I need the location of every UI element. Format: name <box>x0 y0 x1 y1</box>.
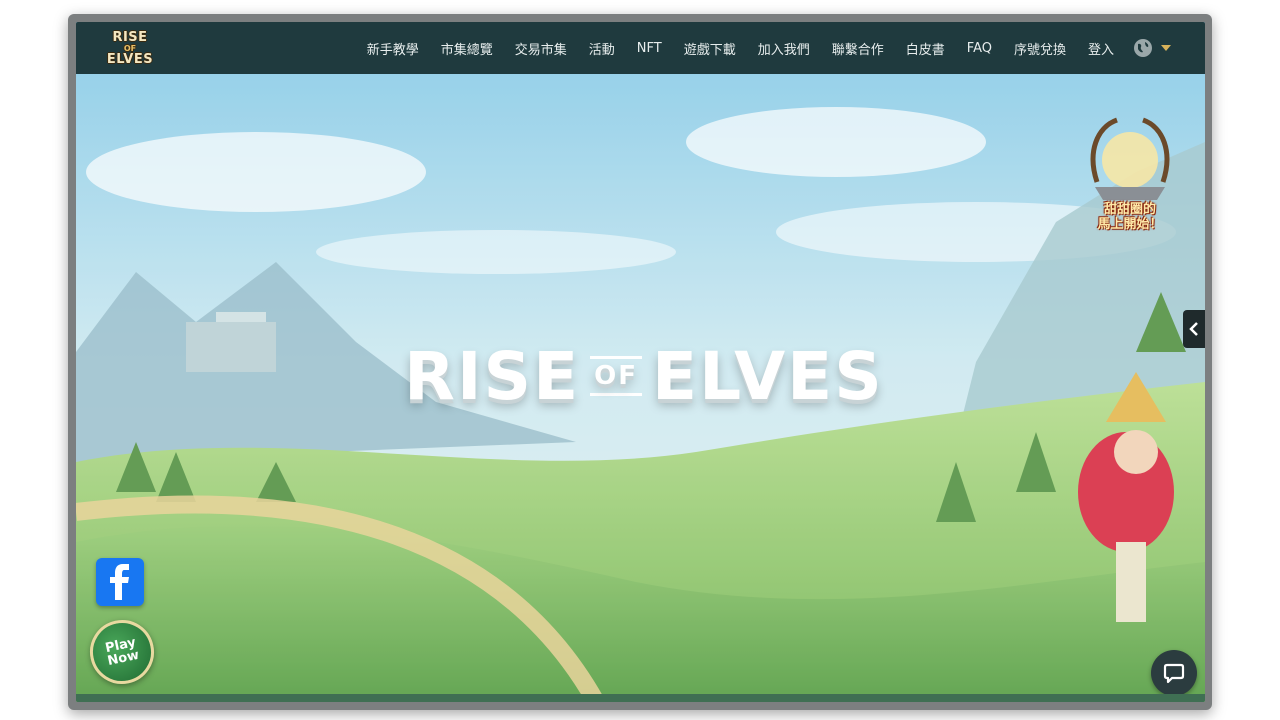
event-badge-text: 甜甜圈的 馬上開始！ <box>1077 202 1183 232</box>
event-badge-line-1: 甜甜圈的 <box>1103 202 1156 217</box>
chevron-down-icon[interactable] <box>1161 45 1171 51</box>
facebook-button[interactable] <box>96 558 144 606</box>
hero-title-of: OF <box>590 356 643 396</box>
hero-title-elves: ELVES <box>652 337 884 415</box>
bottom-strip <box>76 694 1205 702</box>
globe-icon[interactable] <box>1133 38 1153 58</box>
nav-item-redeem-code[interactable]: 序號兌換 <box>1003 39 1077 58</box>
nav-item-whitepaper[interactable]: 白皮書 <box>895 39 956 58</box>
facebook-icon <box>110 564 129 600</box>
chat-bubble-icon <box>1163 663 1185 684</box>
nav-item-events[interactable]: 活動 <box>578 39 626 58</box>
nav-item-login[interactable]: 登入 <box>1077 39 1125 58</box>
hero-title-rise: RISE <box>404 337 581 415</box>
nav-item-tutorial[interactable]: 新手教學 <box>356 39 430 58</box>
hero-title: RISE OF ELVES <box>372 336 916 416</box>
nav-item-contact[interactable]: 聯繫合作 <box>821 39 895 58</box>
event-badge-line-2: 馬上開始！ <box>1097 217 1163 232</box>
chevron-left-icon <box>1189 322 1198 336</box>
top-navbar: RISE OF ELVES 新手教學 市集總覽 交易市集 活動 NFT 遊戲下載… <box>76 22 1205 74</box>
nav-item-faq[interactable]: FAQ <box>956 41 1003 56</box>
nav-item-trading-market[interactable]: 交易市集 <box>504 39 578 58</box>
nav-item-market-overview[interactable]: 市集總覽 <box>430 39 504 58</box>
side-panel-toggle[interactable] <box>1183 310 1205 348</box>
nav-menu: 新手教學 市集總覽 交易市集 活動 NFT 遊戲下載 加入我們 聯繫合作 白皮書… <box>356 22 1171 74</box>
chat-button[interactable] <box>1151 650 1197 696</box>
antler-frame-icon <box>1090 117 1170 200</box>
event-badge[interactable]: 甜甜圈的 馬上開始！ <box>1077 112 1183 242</box>
logo-line-1: RISE <box>112 29 148 45</box>
nav-item-download[interactable]: 遊戲下載 <box>673 39 747 58</box>
nav-item-nft[interactable]: NFT <box>626 41 673 56</box>
logo-line-3: ELVES <box>106 51 154 67</box>
nav-item-join-us[interactable]: 加入我們 <box>747 39 821 58</box>
browser-window: RISE OF ELVES 新手教學 市集總覽 交易市集 活動 NFT 遊戲下載… <box>68 14 1212 710</box>
site-logo[interactable]: RISE OF ELVES <box>102 26 158 70</box>
web-page: RISE OF ELVES 新手教學 市集總覽 交易市集 活動 NFT 遊戲下載… <box>76 22 1205 702</box>
